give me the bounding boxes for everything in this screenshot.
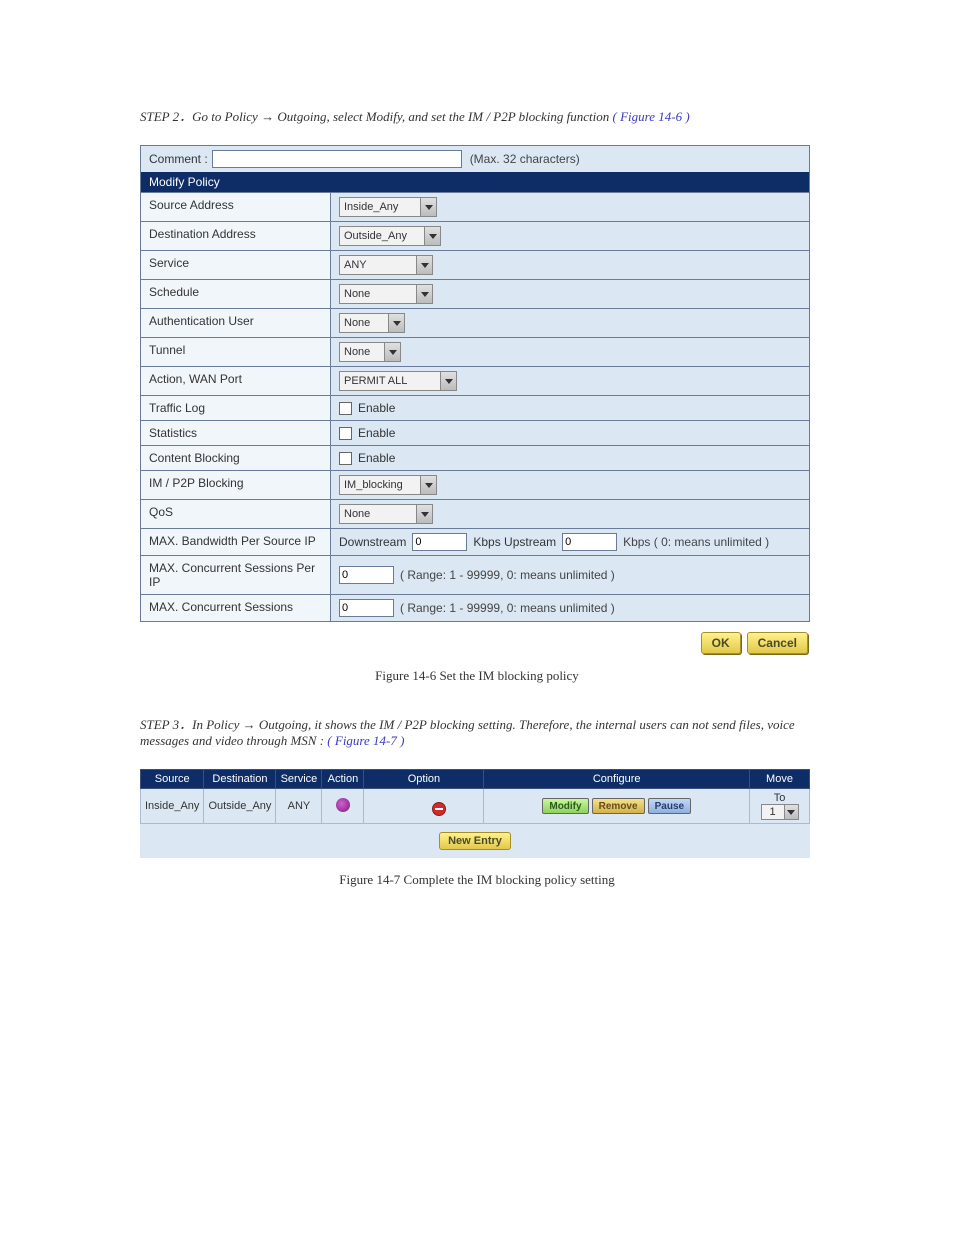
step1-tail: Outgoing, select Modify, and set the IM … bbox=[277, 109, 609, 124]
comment-label: Comment : bbox=[149, 152, 208, 166]
label-source-address: Source Address bbox=[141, 193, 331, 221]
step1-prefix: STEP 2．Go to Policy bbox=[140, 109, 258, 124]
checkbox-content-blocking[interactable] bbox=[339, 452, 352, 465]
max-sessions-ip-input[interactable] bbox=[339, 566, 394, 584]
cancel-button[interactable]: Cancel bbox=[747, 632, 808, 654]
col-destination: Destination bbox=[204, 770, 276, 789]
action-permit-icon bbox=[336, 798, 350, 812]
step2-tail: Outgoing, it shows the IM / P2P blocking… bbox=[140, 717, 795, 748]
cell-configure: Modify Remove Pause bbox=[484, 789, 750, 824]
label-tunnel: Tunnel bbox=[141, 338, 331, 366]
select-destination-address[interactable]: Outside_Any bbox=[339, 226, 441, 246]
step1-line: STEP 2．Go to Policy → Outgoing, select M… bbox=[140, 106, 814, 125]
arrow-right-icon: → bbox=[243, 717, 256, 732]
checkbox-label-statistics: Enable bbox=[358, 426, 395, 440]
label-max-sessions-ip: MAX. Concurrent Sessions Per IP bbox=[141, 556, 331, 594]
policy-table-panel: Source Destination Service Action Option… bbox=[140, 769, 810, 858]
select-source-address[interactable]: Inside_Any bbox=[339, 197, 437, 217]
select-tunnel[interactable]: None bbox=[339, 342, 401, 362]
arrow-right-icon: → bbox=[261, 109, 274, 124]
step2-paren: ( Figure 14-7 ) bbox=[327, 733, 404, 748]
label-action-wan: Action, WAN Port bbox=[141, 367, 331, 395]
step2-prefix: STEP 3．In Policy bbox=[140, 717, 239, 732]
col-action: Action bbox=[322, 770, 364, 789]
label-service: Service bbox=[141, 251, 331, 279]
bandwidth-hint: Kbps ( 0: means unlimited ) bbox=[623, 535, 769, 549]
figure-caption-2: Figure 14-7 Complete the IM blocking pol… bbox=[140, 872, 814, 888]
downstream-label: Downstream bbox=[339, 535, 406, 549]
label-destination-address: Destination Address bbox=[141, 222, 331, 250]
label-traffic-log: Traffic Log bbox=[141, 396, 331, 420]
chevron-down-icon bbox=[388, 314, 404, 332]
select-qos[interactable]: None bbox=[339, 504, 433, 524]
checkbox-traffic-log[interactable] bbox=[339, 402, 352, 415]
label-statistics: Statistics bbox=[141, 421, 331, 445]
move-select[interactable]: 1 bbox=[761, 804, 799, 820]
pause-button[interactable]: Pause bbox=[648, 798, 691, 814]
max-sessions-hint: ( Range: 1 - 99999, 0: means unlimited ) bbox=[400, 601, 615, 615]
cell-destination: Outside_Any bbox=[204, 789, 276, 824]
cell-option bbox=[364, 789, 484, 824]
step2-line: STEP 3．In Policy → Outgoing, it shows th… bbox=[140, 714, 814, 749]
block-icon bbox=[432, 802, 446, 816]
figure-caption-1: Figure 14-6 Set the IM blocking policy bbox=[140, 668, 814, 684]
cell-service: ANY bbox=[276, 789, 322, 824]
chevron-down-icon bbox=[440, 372, 456, 390]
label-schedule: Schedule bbox=[141, 280, 331, 308]
comment-input[interactable] bbox=[212, 150, 462, 168]
chevron-down-icon bbox=[420, 476, 436, 494]
label-qos: QoS bbox=[141, 500, 331, 528]
label-max-bandwidth: MAX. Bandwidth Per Source IP bbox=[141, 529, 331, 555]
ok-button[interactable]: OK bbox=[701, 632, 741, 654]
label-auth-user: Authentication User bbox=[141, 309, 331, 337]
form-button-bar: OK Cancel bbox=[140, 622, 810, 654]
checkbox-label-content-blocking: Enable bbox=[358, 451, 395, 465]
cell-source: Inside_Any bbox=[141, 789, 204, 824]
table-row: Inside_Any Outside_Any ANY Modify Remove bbox=[141, 789, 810, 824]
chevron-down-icon bbox=[420, 198, 436, 216]
remove-button[interactable]: Remove bbox=[592, 798, 645, 814]
cell-move: To 1 bbox=[750, 789, 810, 824]
label-im-p2p-blocking: IM / P2P Blocking bbox=[141, 471, 331, 499]
col-configure: Configure bbox=[484, 770, 750, 789]
step1-paren: ( Figure 14-6 ) bbox=[613, 109, 690, 124]
label-content-blocking: Content Blocking bbox=[141, 446, 331, 470]
select-auth-user[interactable]: None bbox=[339, 313, 405, 333]
upstream-input[interactable] bbox=[562, 533, 617, 551]
comment-hint: (Max. 32 characters) bbox=[470, 152, 580, 166]
new-entry-button[interactable]: New Entry bbox=[439, 832, 511, 850]
checkbox-label-traffic-log: Enable bbox=[358, 401, 395, 415]
downstream-input[interactable] bbox=[412, 533, 467, 551]
select-schedule[interactable]: None bbox=[339, 284, 433, 304]
move-to-label: To bbox=[774, 792, 786, 804]
max-sessions-input[interactable] bbox=[339, 599, 394, 617]
checkbox-statistics[interactable] bbox=[339, 427, 352, 440]
max-sessions-ip-hint: ( Range: 1 - 99999, 0: means unlimited ) bbox=[400, 568, 615, 582]
chevron-down-icon bbox=[416, 505, 432, 523]
chevron-down-icon bbox=[416, 285, 432, 303]
comment-row: Comment : (Max. 32 characters) bbox=[141, 146, 809, 172]
cell-action bbox=[322, 789, 364, 824]
modify-policy-form: Comment : (Max. 32 characters) Modify Po… bbox=[140, 145, 810, 622]
chevron-down-icon bbox=[416, 256, 432, 274]
col-option: Option bbox=[364, 770, 484, 789]
upstream-label: Kbps Upstream bbox=[473, 535, 556, 549]
new-entry-row: New Entry bbox=[140, 824, 810, 858]
chevron-down-icon bbox=[424, 227, 440, 245]
chevron-down-icon bbox=[384, 343, 400, 361]
col-source: Source bbox=[141, 770, 204, 789]
form-header: Modify Policy bbox=[141, 172, 809, 192]
step2-colon: : bbox=[320, 733, 324, 748]
select-action-wan[interactable]: PERMIT ALL bbox=[339, 371, 457, 391]
modify-button[interactable]: Modify bbox=[542, 798, 588, 814]
chevron-down-icon bbox=[784, 805, 798, 819]
select-im-p2p-blocking[interactable]: IM_blocking bbox=[339, 475, 437, 495]
select-service[interactable]: ANY bbox=[339, 255, 433, 275]
col-service: Service bbox=[276, 770, 322, 789]
label-max-sessions: MAX. Concurrent Sessions bbox=[141, 595, 331, 621]
col-move: Move bbox=[750, 770, 810, 789]
